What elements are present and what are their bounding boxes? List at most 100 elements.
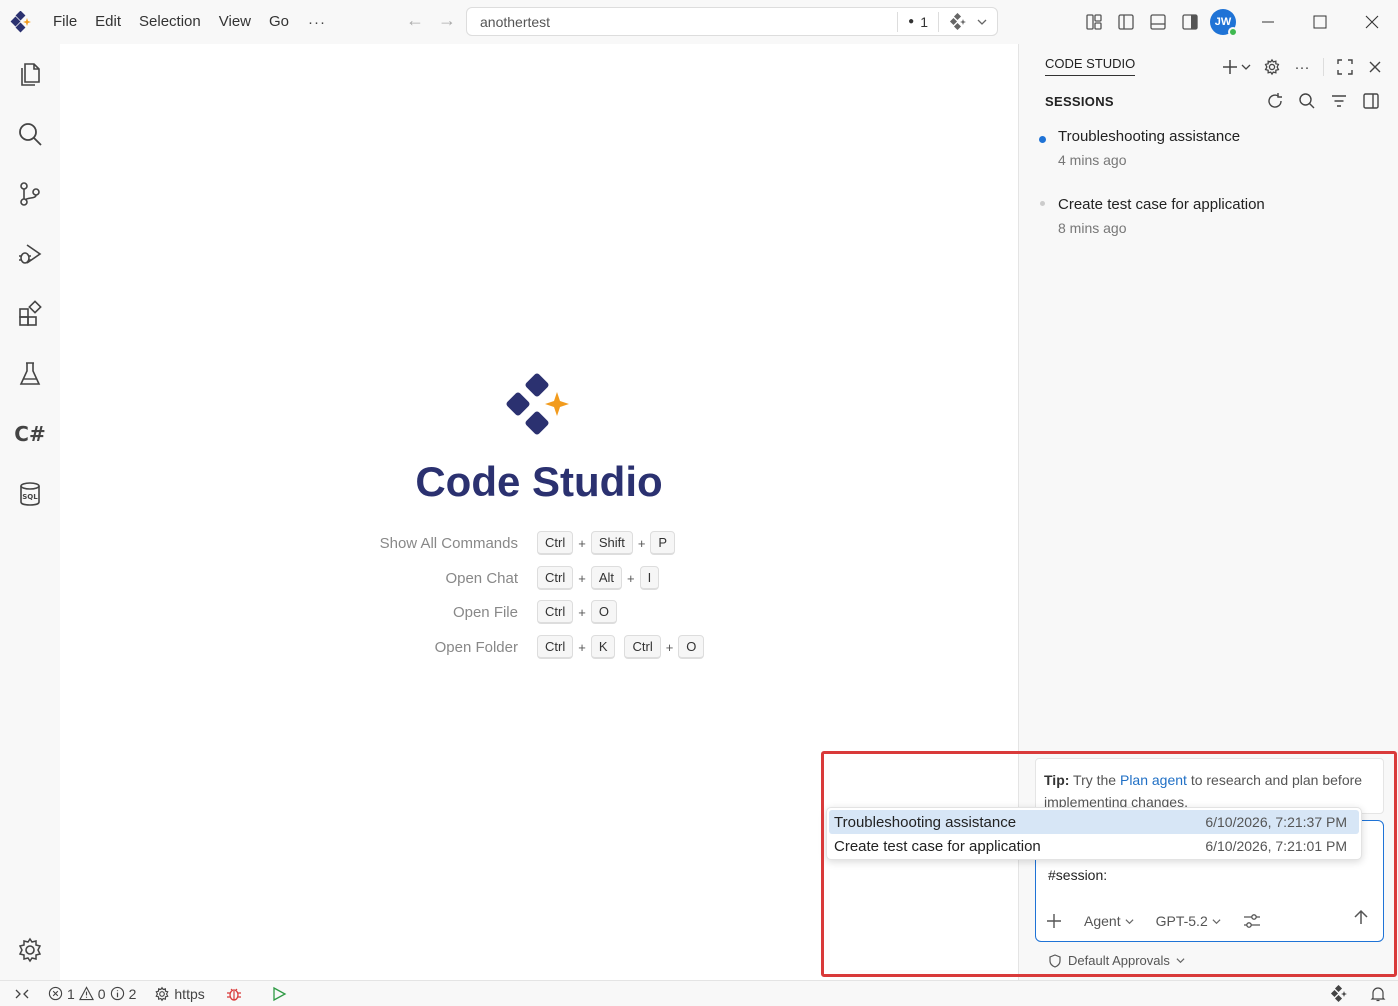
chat-toolbar: Agent GPT-5.2 [1046, 909, 1373, 933]
copilot-status[interactable] [1330, 984, 1348, 1003]
key: Ctrl [537, 635, 574, 659]
key: K [590, 635, 616, 659]
sql-database-icon[interactable]: SQL [14, 478, 46, 510]
plan-agent-link[interactable]: Plan agent [1120, 772, 1187, 788]
menu-go[interactable]: Go [260, 8, 298, 36]
account-avatar[interactable]: JW [1210, 9, 1238, 37]
maximize-button[interactable] [1294, 0, 1346, 44]
suggestion-item[interactable]: Troubleshooting assistance 6/10/2026, 7:… [829, 810, 1359, 834]
key: Ctrl [537, 531, 574, 555]
chevron-down-icon [1212, 918, 1221, 924]
refresh-icon[interactable] [1262, 88, 1288, 114]
close-window-button[interactable] [1346, 0, 1398, 44]
menu-edit[interactable]: Edit [86, 8, 130, 36]
more-actions-icon[interactable]: ··· [1289, 54, 1315, 80]
suggestion-item[interactable]: Create test case for application 6/10/20… [829, 834, 1359, 858]
info-count: 2 [128, 985, 137, 1002]
new-chat-icon[interactable] [1219, 54, 1255, 80]
run-button[interactable] [271, 986, 287, 1002]
send-button[interactable] [1353, 909, 1369, 928]
menu-more-button[interactable]: ··· [298, 14, 336, 31]
remote-indicator[interactable] [14, 987, 30, 1001]
command-center-status[interactable]: ● 1 [898, 14, 938, 30]
app-logo-icon[interactable] [10, 11, 32, 33]
status-bar: 1 0 2 https [0, 980, 1398, 1006]
explorer-icon[interactable] [14, 58, 46, 90]
key: I [639, 566, 660, 590]
csharp-icon[interactable]: C# [14, 418, 46, 450]
session-title[interactable]: Troubleshooting assistance [1058, 128, 1240, 145]
default-approvals-picker[interactable]: Default Approvals [1048, 953, 1185, 968]
search-icon[interactable] [1294, 88, 1320, 114]
chat-tip: Tip: Try the Plan agent to research and … [1035, 758, 1384, 814]
chevron-down-icon [977, 19, 987, 25]
add-context-button[interactable] [1046, 913, 1062, 929]
search-icon[interactable] [14, 118, 46, 150]
maximize-icon [1313, 15, 1327, 29]
key: Shift [590, 531, 633, 555]
forward-arrow-icon[interactable]: → [435, 10, 459, 31]
notifications-button[interactable] [1370, 986, 1386, 1002]
shortcut-row: Show All Commands Ctrl + Shift + P [60, 531, 1018, 557]
command-center-text[interactable]: anothertest [467, 14, 897, 30]
settings-gear-icon[interactable] [14, 934, 46, 966]
maximize-panel-icon[interactable] [1332, 54, 1358, 80]
minimize-button[interactable] [1242, 0, 1294, 44]
key: P [650, 531, 676, 555]
menu-file[interactable]: File [44, 8, 86, 36]
extensions-icon[interactable] [14, 298, 46, 330]
error-count: 1 [67, 985, 75, 1002]
menu-selection[interactable]: Selection [130, 8, 210, 36]
chat-input-field[interactable]: #session: [1048, 867, 1107, 883]
key: O [678, 635, 705, 659]
back-arrow-icon[interactable]: ← [403, 10, 427, 31]
shortcut-row: Open Chat Ctrl + Alt + I [60, 566, 1018, 592]
tip-text: Try the [1073, 772, 1117, 788]
shortcut-label[interactable]: Open Folder [298, 639, 518, 656]
testing-flask-icon[interactable] [14, 358, 46, 390]
suggestion-date: 6/10/2026, 7:21:01 PM [1205, 838, 1347, 854]
session-time: 8 mins ago [1058, 220, 1127, 236]
key: Ctrl [537, 600, 574, 624]
toggle-secondary-sidebar-icon[interactable] [1174, 6, 1206, 38]
shortcut-label[interactable]: Show All Commands [298, 535, 518, 552]
minimize-icon [1262, 21, 1274, 23]
copilot-menu-button[interactable] [939, 12, 997, 31]
close-icon[interactable] [1362, 54, 1388, 80]
keybinding: Ctrl + Alt + I [537, 566, 660, 590]
filter-icon[interactable] [1326, 88, 1352, 114]
sessions-header: SESSIONS [1045, 94, 1114, 109]
debug-button[interactable] [225, 985, 243, 1003]
shortcut-label[interactable]: Open Chat [298, 570, 518, 587]
session-title[interactable]: Create test case for application [1058, 196, 1265, 213]
error-icon [48, 986, 63, 1001]
keybinding: Ctrl + Shift + P [537, 531, 676, 555]
launch-profile-label: https [174, 985, 205, 1002]
gear-icon[interactable] [1259, 54, 1285, 80]
menu-view[interactable]: View [210, 8, 260, 36]
run-debug-icon[interactable] [14, 238, 46, 270]
toggle-primary-sidebar-icon[interactable] [1110, 6, 1142, 38]
toggle-panel-icon[interactable] [1142, 6, 1174, 38]
toggle-sessions-view-icon[interactable] [1358, 88, 1384, 114]
avatar-initials: JW [1214, 16, 1232, 28]
shortcut-label[interactable]: Open File [298, 604, 518, 621]
code-studio-logo-icon [506, 373, 569, 435]
panel-actions: ··· [1219, 54, 1388, 80]
chevron-down-icon [1125, 918, 1134, 924]
menu-bar: File Edit Selection View Go ··· [44, 0, 336, 44]
dot-icon: ● [908, 16, 915, 27]
source-control-icon[interactable] [14, 178, 46, 210]
tools-button[interactable] [1243, 913, 1261, 929]
info-icon [110, 986, 124, 1001]
tab-code-studio[interactable]: CODE STUDIO [1045, 56, 1136, 76]
agent-mode-picker[interactable]: Agent [1084, 913, 1134, 929]
launch-profile-indicator[interactable]: https [154, 985, 205, 1002]
model-picker[interactable]: GPT-5.2 [1156, 913, 1221, 929]
command-center[interactable]: anothertest ● 1 [466, 7, 998, 36]
key: Ctrl [537, 566, 574, 590]
problems-indicator[interactable]: 1 0 2 [48, 986, 136, 1002]
suggestion-date: 6/10/2026, 7:21:37 PM [1205, 814, 1347, 830]
customize-layout-icon[interactable] [1078, 6, 1110, 38]
sessions-actions [1262, 88, 1384, 114]
